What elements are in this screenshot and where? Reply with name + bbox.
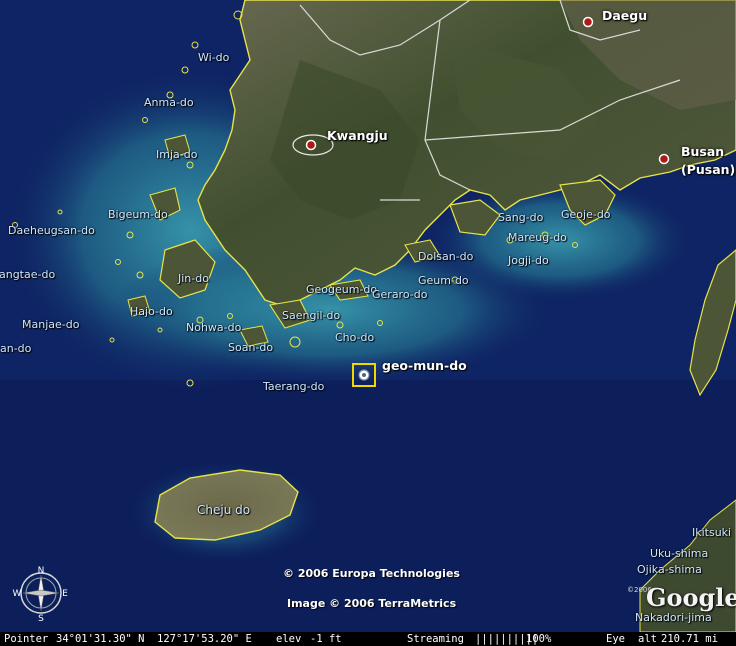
compass-icon[interactable]: N S E W xyxy=(12,564,70,622)
label-sangtae-do: Sangtae-do xyxy=(0,268,56,281)
label-sang-do: Sang-do xyxy=(498,211,544,224)
compass-e: E xyxy=(62,589,68,599)
eye-label: Eye xyxy=(606,633,625,645)
label-cho-do: Cho-do xyxy=(335,331,375,344)
label-pusan: (Pusan) xyxy=(681,162,736,177)
compass-s: S xyxy=(38,614,44,622)
alt-value: 210.71 mi xyxy=(661,633,718,645)
credit-terrametrics: Image © 2006 TerraMetrics xyxy=(287,597,457,610)
label-kwangju: Kwangju xyxy=(327,128,388,143)
ocean-gradient xyxy=(0,380,736,632)
label-ojika-shima: Ojika-shima xyxy=(637,563,702,576)
streaming-label: Streaming xyxy=(407,633,464,645)
label-geum-do: Geum-do xyxy=(418,274,469,287)
daegu-marker xyxy=(582,16,594,28)
label-manjae-do: Manjae-do xyxy=(22,318,80,331)
elev-value: -1 ft xyxy=(310,633,342,645)
label-wi-do: Wi-do xyxy=(198,51,230,64)
alt-label: alt xyxy=(638,633,657,645)
pointer-longitude: 127°17'53.20" E xyxy=(157,633,252,645)
status-bar: Pointer 34°01'31.30" N 127°17'53.20" E e… xyxy=(0,632,736,646)
label-cheju-do: Cheju do xyxy=(197,503,251,517)
label-dolsan-do: Dolsan-do xyxy=(418,250,474,263)
label-geraro-do: Geraro-do xyxy=(372,288,428,301)
credit-europa: © 2006 Europa Technologies xyxy=(283,567,460,580)
label-geogeum-do: Geogeum-do xyxy=(306,283,378,296)
label-saengil-do: Saengil-do xyxy=(282,309,341,322)
elev-label: elev xyxy=(276,633,302,645)
label-nakadori-jima: Nakadori-jima xyxy=(635,611,712,624)
pointer-latitude: 34°01'31.30" N xyxy=(56,633,145,645)
google-earth-view: Daegu Kwangju Busan (Pusan) Wi-do Anma-d… xyxy=(0,0,736,646)
label-an-do: an-do xyxy=(0,342,32,355)
label-jogji-do: Jogji-do xyxy=(508,254,549,267)
pointer-label: Pointer xyxy=(4,633,49,645)
label-taerang-do: Taerang-do xyxy=(263,380,325,393)
label-hajo-do: Hajo-do xyxy=(130,305,173,318)
label-geoje-do: Geoje-do xyxy=(561,208,611,221)
placemark-label[interactable]: geo-mun-do xyxy=(382,358,467,373)
label-nohwa-do: Nohwa-do xyxy=(186,321,242,334)
kwangju-marker xyxy=(305,139,317,151)
compass-n: N xyxy=(38,566,45,576)
label-anma-do: Anma-do xyxy=(144,96,194,109)
label-imja-do: Imja-do xyxy=(156,148,198,161)
label-daeheugsan-do: Daeheugsan-do xyxy=(8,224,95,237)
label-jin-do: Jin-do xyxy=(178,272,209,285)
label-daegu: Daegu xyxy=(602,8,648,23)
label-soan-do: Soan-do xyxy=(228,341,274,354)
label-ikitsuki: Ikitsuki xyxy=(692,526,732,539)
google-logo: Google xyxy=(646,583,736,612)
label-busan: Busan xyxy=(681,144,725,159)
streaming-percent: 100% xyxy=(526,633,552,645)
label-bigeum-do: Bigeum-do xyxy=(108,208,168,221)
busan-marker xyxy=(658,153,670,165)
label-mareug-do: Mareug-do xyxy=(508,231,567,244)
label-uku-shima: Uku-shima xyxy=(650,547,709,560)
compass-w: W xyxy=(13,589,22,599)
satellite-map[interactable] xyxy=(0,0,736,632)
